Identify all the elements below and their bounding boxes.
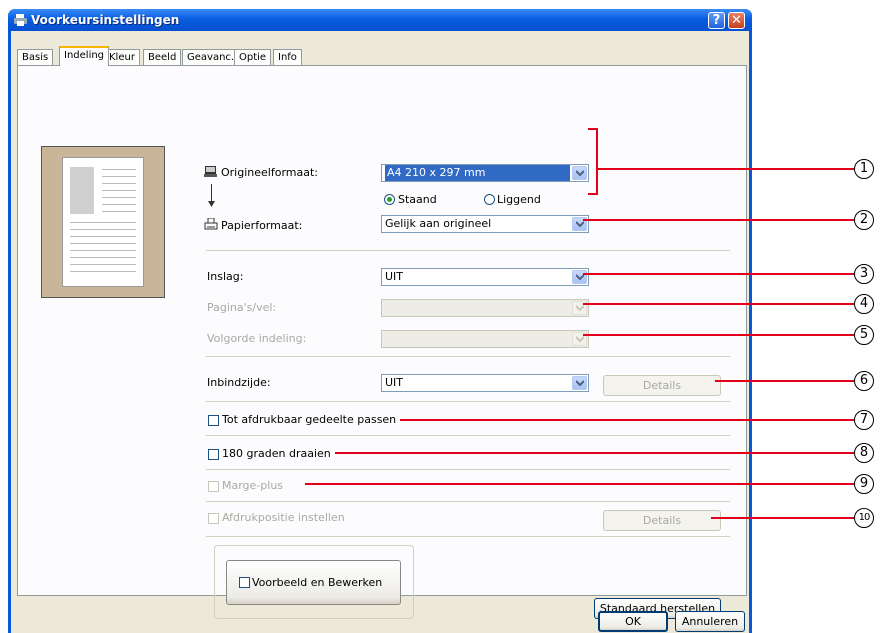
binding-details-button[interactable]: Details — [603, 375, 721, 396]
portrait-radio[interactable] — [384, 194, 395, 205]
preview-edit-button[interactable]: Voorbeeld en Bewerken — [226, 560, 401, 605]
title-bar[interactable]: Voorkeursinstellingen ? ✕ — [8, 9, 752, 31]
preview-edit-checkbox[interactable] — [239, 577, 250, 588]
original-size-value: A4 210 x 297 mm — [385, 165, 570, 181]
section-divider — [206, 356, 730, 357]
original-size-select[interactable]: A4 210 x 297 mm — [381, 164, 589, 182]
preview-page — [62, 157, 144, 287]
callout-10: 10 — [854, 508, 874, 528]
layout-order-select[interactable] — [381, 330, 589, 348]
section-divider — [206, 501, 730, 502]
callout-1: 1 — [854, 159, 874, 179]
imposition-value: UIT — [385, 270, 404, 283]
portrait-label: Staand — [398, 193, 437, 206]
callout-line-6 — [715, 380, 854, 382]
window-title: Voorkeursinstellingen — [31, 13, 180, 27]
binding-side-value: UIT — [385, 376, 404, 389]
callout-line-10 — [711, 517, 854, 519]
paper-size-label: Papierformaat: — [221, 219, 303, 232]
callout-line-3 — [583, 273, 854, 275]
tab-info[interactable]: Info — [273, 49, 302, 65]
callout-8: 8 — [854, 443, 874, 463]
chevron-down-icon[interactable] — [572, 166, 587, 180]
callout-bracket-vertical — [596, 128, 598, 195]
tab-geavanc[interactable]: Geavanc. — [182, 49, 240, 65]
binding-side-label: Inbindzijde: — [207, 376, 271, 389]
callout-3: 3 — [854, 264, 874, 284]
ok-button[interactable]: OK — [598, 611, 668, 632]
rotate-180-checkbox[interactable] — [208, 449, 219, 460]
close-button[interactable]: ✕ — [728, 12, 745, 29]
rotate-180-label: 180 graden draaien — [222, 447, 331, 460]
down-arrow-icon — [208, 184, 215, 211]
tab-optie[interactable]: Optie — [234, 49, 272, 65]
tab-basis[interactable]: Basis — [17, 49, 54, 65]
paper-size-value: Gelijk aan origineel — [385, 217, 492, 230]
tab-panel-indeling: Origineelformaat: A4 210 x 297 mm Staand… — [17, 65, 747, 619]
monitor-icon — [204, 166, 217, 180]
chevron-down-icon[interactable] — [572, 376, 587, 390]
section-divider — [206, 250, 730, 251]
radio-selected-dot — [387, 197, 392, 202]
margin-plus-label: Marge-plus — [222, 479, 284, 492]
tab-beeld[interactable]: Beeld — [143, 49, 182, 65]
original-size-label: Origineelformaat: — [221, 166, 318, 179]
landscape-label: Liggend — [497, 193, 541, 206]
print-position-label: Afdrukpositie instellen — [222, 511, 345, 524]
landscape-radio[interactable] — [484, 194, 495, 205]
layout-order-label: Volgorde indeling: — [207, 332, 307, 345]
section-divider — [206, 401, 730, 402]
cancel-button[interactable]: Annuleren — [675, 611, 745, 632]
preview-edit-label: Voorbeeld en Bewerken — [252, 576, 383, 589]
pages-per-sheet-label: Pagina's/vel: — [207, 301, 277, 314]
callout-line-4 — [583, 303, 854, 305]
callout-line-8 — [335, 452, 854, 454]
callout-4: 4 — [854, 294, 874, 314]
callout-7: 7 — [854, 410, 874, 430]
callout-9: 9 — [854, 474, 874, 494]
binding-side-select[interactable]: UIT — [381, 374, 589, 392]
callout-bracket-bottom — [588, 193, 598, 195]
tab-kleur[interactable]: Kleur — [104, 49, 140, 65]
layout-preview — [41, 146, 165, 298]
margin-plus-checkbox[interactable] — [208, 481, 219, 492]
help-button[interactable]: ? — [708, 12, 725, 29]
preview-image-block — [70, 167, 94, 214]
printer-icon — [204, 217, 218, 234]
print-position-checkbox[interactable] — [208, 513, 219, 524]
callout-line-5 — [583, 334, 854, 336]
pages-per-sheet-select[interactable] — [381, 299, 589, 317]
callout-5: 5 — [854, 325, 874, 345]
callout-2: 2 — [854, 210, 874, 230]
printer-app-icon — [14, 13, 27, 26]
print-position-details-button[interactable]: Details — [603, 510, 721, 531]
section-divider — [206, 536, 730, 537]
imposition-select[interactable]: UIT — [381, 268, 589, 286]
imposition-label: Inslag: — [207, 270, 244, 283]
fit-printable-label: Tot afdrukbaar gedeelte passen — [222, 413, 397, 426]
fit-printable-checkbox[interactable] — [208, 415, 219, 426]
callout-6: 6 — [854, 371, 874, 391]
callout-line-7 — [400, 419, 854, 421]
section-divider — [206, 469, 730, 470]
dialog-window: Voorkeursinstellingen ? ✕ Basis Indeling… — [8, 9, 752, 633]
callout-line-2 — [583, 219, 854, 221]
paper-size-select[interactable]: Gelijk aan origineel — [381, 215, 589, 233]
tab-indeling[interactable]: Indeling — [59, 46, 110, 66]
section-divider — [206, 435, 730, 436]
callout-line-1 — [596, 168, 854, 170]
dialog-client-area: Basis Indeling Kleur Beeld Geavanc. Opti… — [11, 31, 749, 633]
callout-line-9 — [305, 483, 854, 485]
